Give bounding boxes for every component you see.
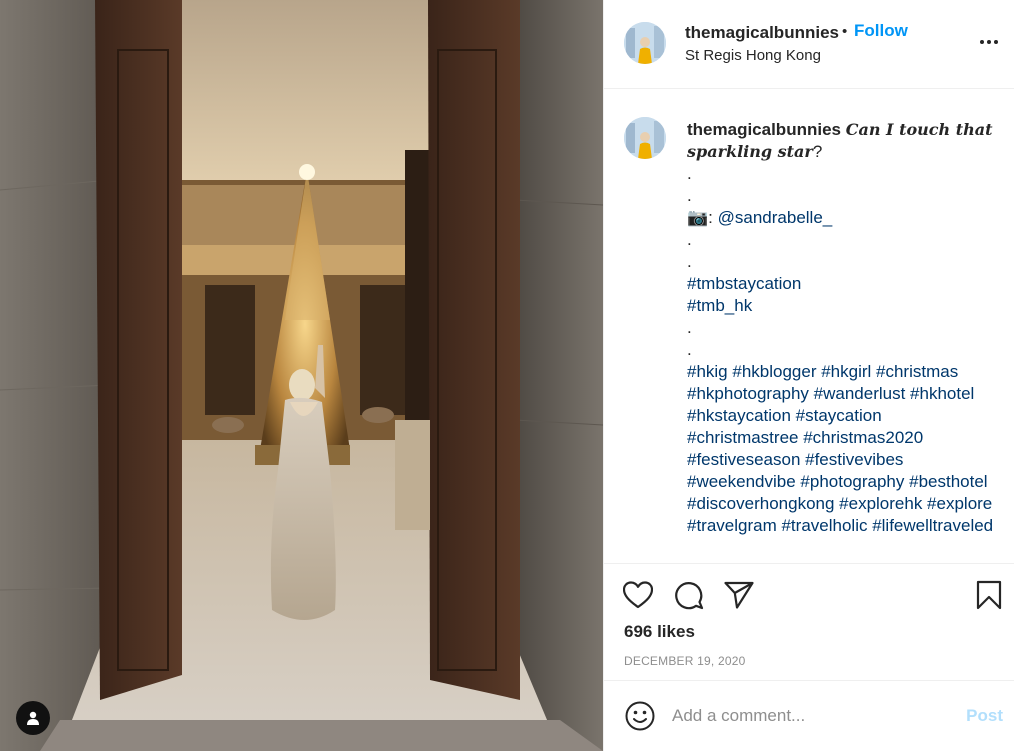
comment-icon bbox=[675, 582, 704, 610]
caption-end: ? bbox=[812, 142, 823, 161]
follow-button[interactable]: Follow bbox=[854, 21, 908, 41]
more-horizontal-icon bbox=[980, 40, 998, 44]
caption-avatar[interactable] bbox=[624, 117, 666, 159]
post-actions: 696 likes DECEMBER 19, 2020 bbox=[604, 563, 1014, 681]
avatar[interactable] bbox=[624, 22, 666, 64]
caption-username[interactable]: themagicalbunnies bbox=[687, 120, 841, 139]
caption-text: themagicalbunnies Can I touch that spark… bbox=[687, 119, 997, 537]
likes-count[interactable]: 696 likes bbox=[624, 622, 695, 642]
comment-button[interactable] bbox=[672, 578, 706, 612]
hashtag-block[interactable]: #hkig #hkblogger #hkgirl #christmas #hkp… bbox=[687, 361, 997, 537]
caption-dot: . bbox=[687, 230, 692, 249]
more-options-button[interactable] bbox=[977, 30, 1001, 54]
like-button[interactable] bbox=[621, 578, 655, 612]
credit-mention[interactable]: @sandrabelle_ bbox=[718, 208, 833, 227]
hashtag-link[interactable]: #tmb_hk bbox=[687, 295, 997, 317]
camera-emoji: 📷 bbox=[687, 208, 709, 227]
avatar-image bbox=[624, 117, 666, 159]
post-panel: themagicalbunnies • Follow St Regis Hong… bbox=[603, 0, 1014, 751]
user-tag-button[interactable] bbox=[16, 701, 50, 735]
caption-dot: . bbox=[687, 318, 692, 337]
caption-credit: 📷: @sandrabelle_ bbox=[687, 207, 997, 229]
share-button[interactable] bbox=[722, 578, 756, 612]
post-comment-button[interactable]: Post bbox=[966, 706, 1003, 726]
comment-bar: Post bbox=[604, 682, 1014, 751]
separator-dot: • bbox=[842, 23, 848, 40]
post-image bbox=[0, 0, 603, 751]
share-icon bbox=[724, 581, 754, 609]
caption-dot: . bbox=[687, 340, 692, 359]
emoji-button[interactable] bbox=[623, 699, 657, 733]
save-button[interactable] bbox=[972, 578, 1006, 612]
caption-dot: . bbox=[687, 164, 692, 183]
heart-icon bbox=[623, 581, 653, 609]
hashtag-link[interactable]: #tmbstaycation bbox=[687, 273, 997, 295]
post-header: themagicalbunnies • Follow St Regis Hong… bbox=[604, 0, 1014, 89]
credit-colon: : bbox=[708, 208, 718, 227]
caption-area: themagicalbunnies Can I touch that spark… bbox=[604, 90, 1014, 563]
post-photo[interactable] bbox=[0, 0, 603, 751]
post-username[interactable]: themagicalbunnies bbox=[685, 23, 839, 43]
bookmark-icon bbox=[976, 580, 1002, 610]
caption-dot: . bbox=[687, 186, 692, 205]
user-tag-icon bbox=[27, 711, 39, 725]
avatar-image bbox=[624, 22, 666, 64]
caption-dot: . bbox=[687, 252, 692, 271]
comment-input[interactable] bbox=[672, 701, 952, 731]
smiley-icon bbox=[625, 701, 655, 731]
post-date: DECEMBER 19, 2020 bbox=[624, 654, 746, 668]
post-location[interactable]: St Regis Hong Kong bbox=[685, 47, 821, 64]
